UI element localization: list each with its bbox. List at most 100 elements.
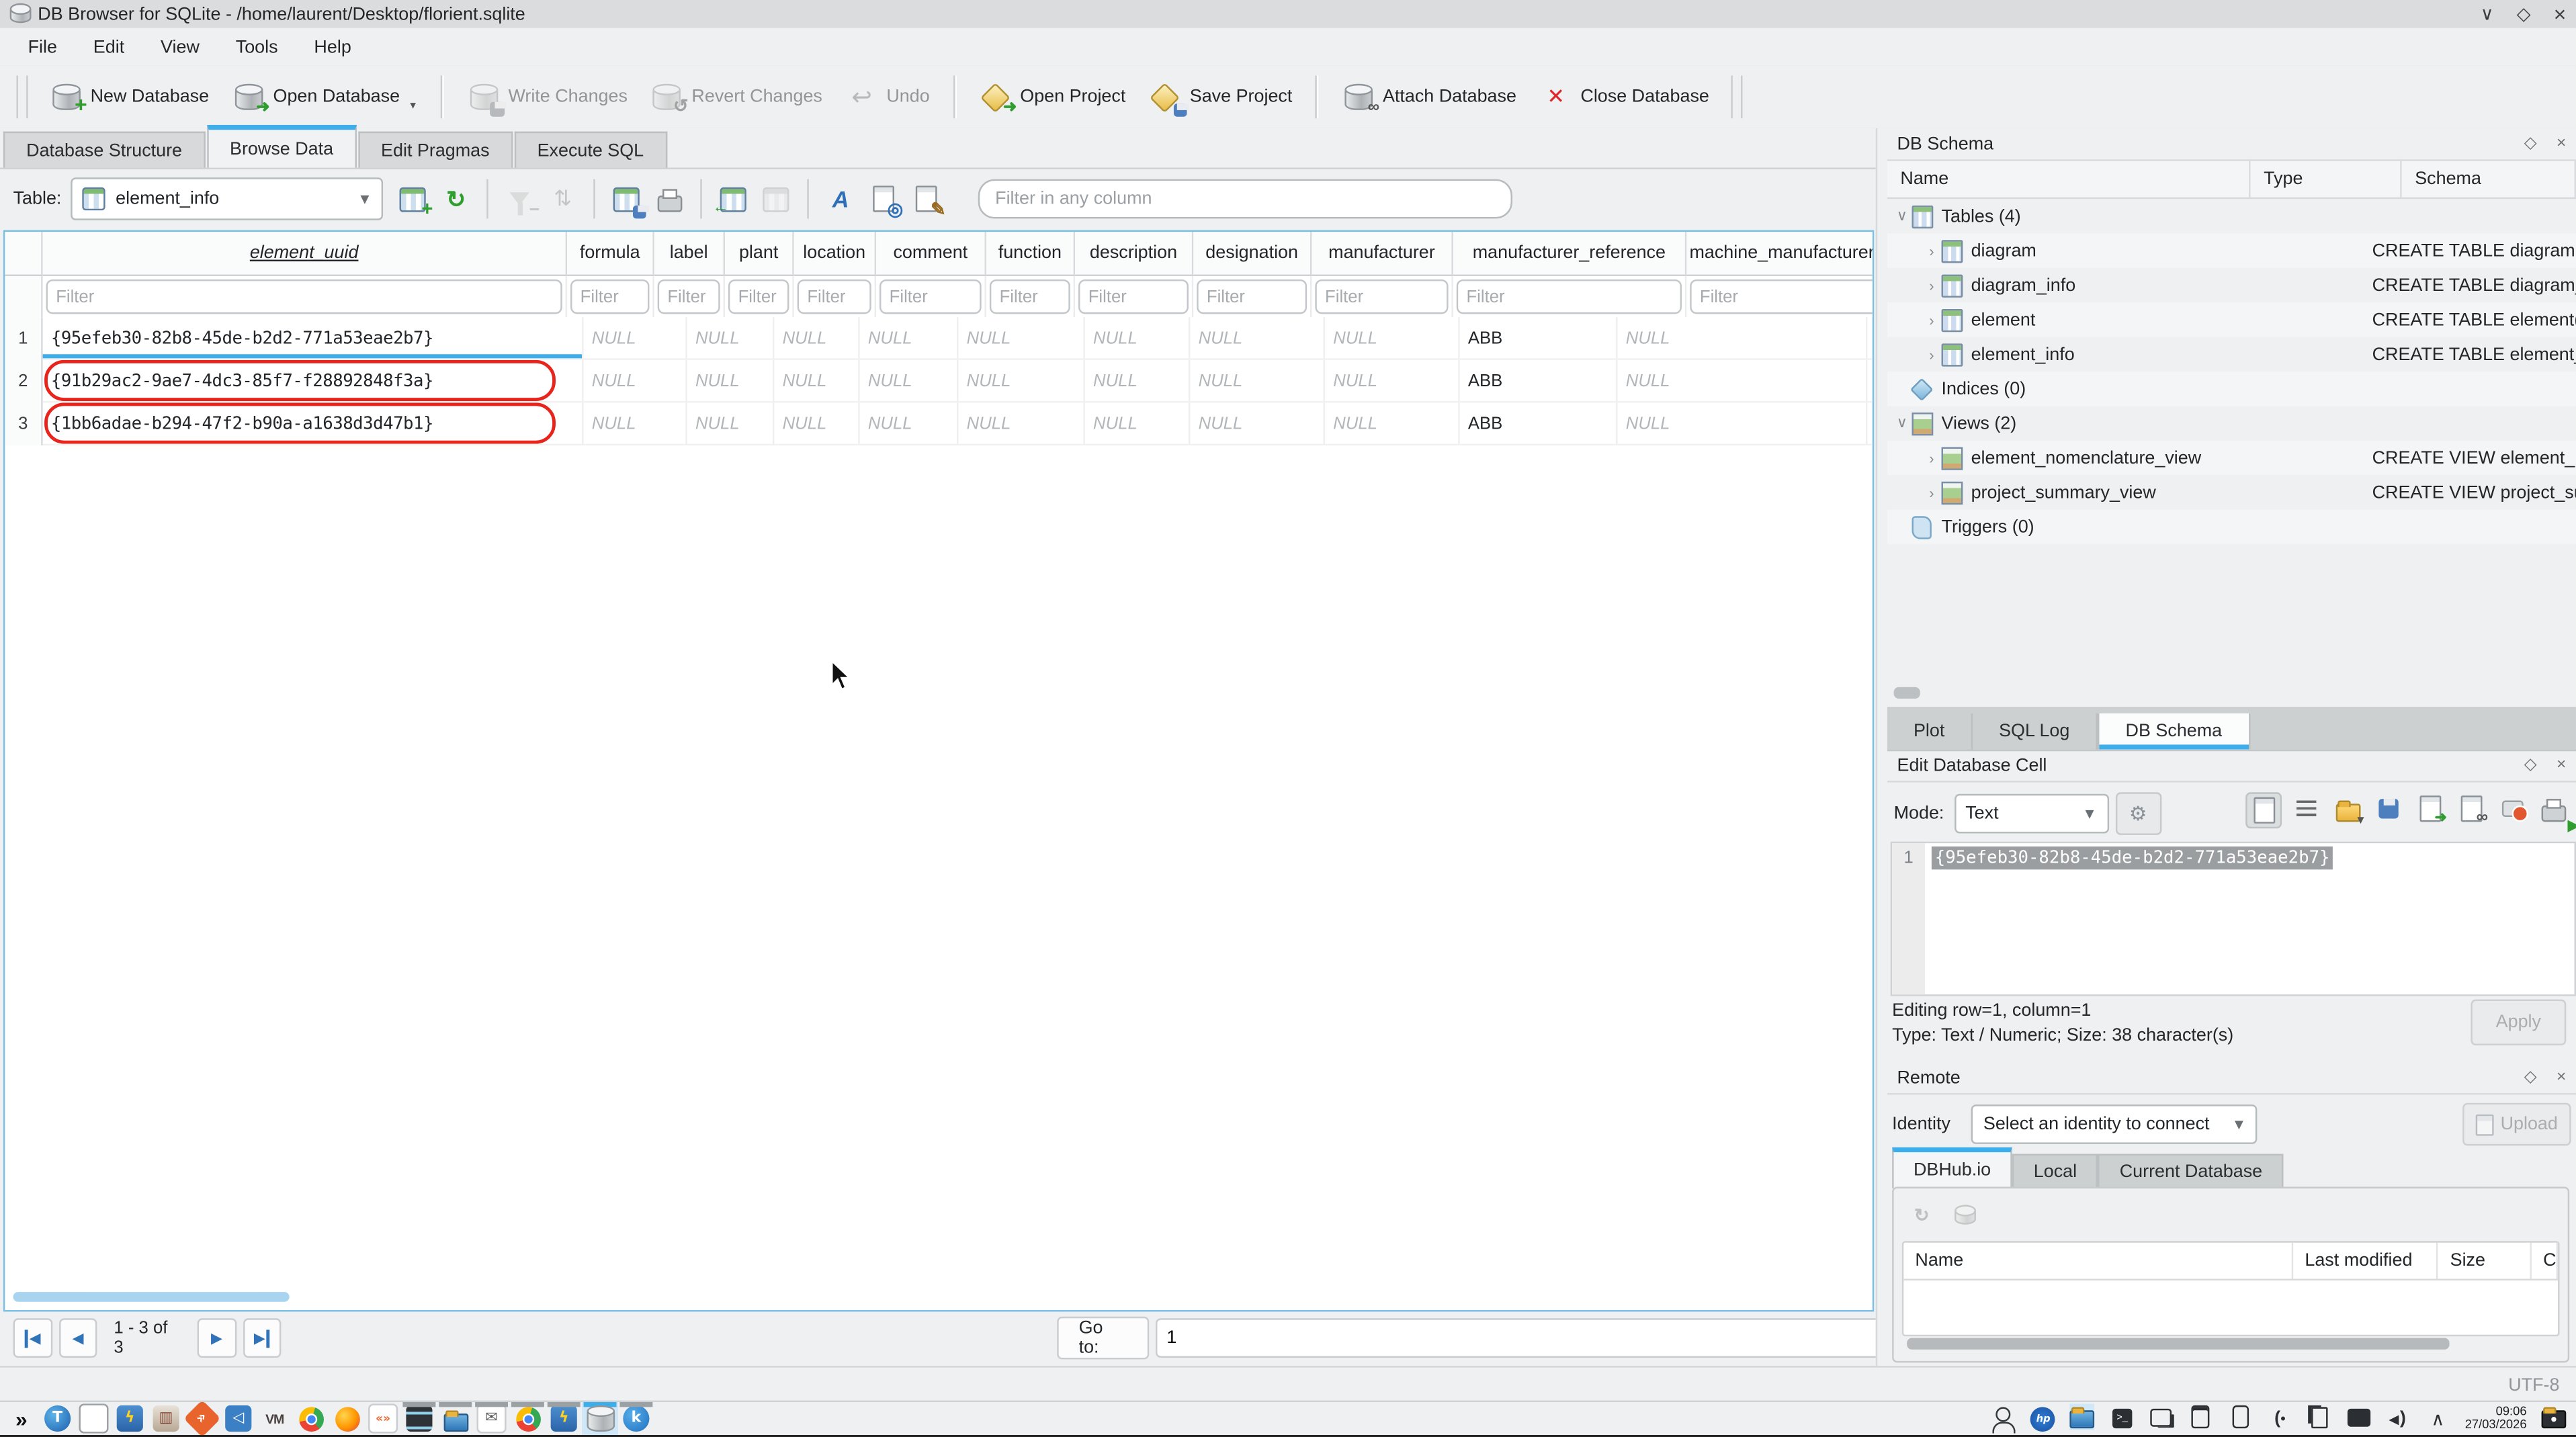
- cell[interactable]: NULL: [1325, 317, 1460, 360]
- column-filter-input-element_uuid[interactable]: [46, 279, 562, 314]
- dock-tab-db-schema[interactable]: DB Schema: [2098, 713, 2250, 750]
- tab-execute-sql[interactable]: Execute SQL: [514, 132, 667, 168]
- cell-editor-text[interactable]: {95efeb30-82b8-45de-b2d2-771a53eae2b7}: [1932, 846, 2333, 869]
- dock-tab-plot[interactable]: Plot: [1887, 713, 1973, 750]
- import-file-button[interactable]: ▼: [2331, 792, 2364, 825]
- schema-tree-item[interactable]: ›element_nomenclature_viewCREATE VIEW el…: [1887, 441, 2576, 475]
- remote-col-commit[interactable]: C: [2532, 1243, 2558, 1279]
- cell[interactable]: NULL: [1867, 360, 1874, 403]
- column-header-label[interactable]: label: [654, 232, 725, 276]
- prev-page-button[interactable]: ◀: [58, 1318, 97, 1358]
- cell[interactable]: ABB: [1460, 402, 1618, 445]
- column-header-machine_manufacturer_[interactable]: machine_manufacturer_: [1686, 232, 1874, 276]
- print-button[interactable]: [650, 179, 689, 219]
- menu-help[interactable]: Help: [299, 32, 366, 62]
- save-file-button[interactable]: [2372, 792, 2405, 825]
- virtual-machine-task[interactable]: VM: [257, 1402, 293, 1435]
- cell[interactable]: NULL: [774, 402, 859, 445]
- cell[interactable]: NULL: [1190, 402, 1325, 445]
- cell[interactable]: NULL: [687, 360, 775, 403]
- toolbar-handle[interactable]: [16, 76, 28, 119]
- cell[interactable]: NULL: [1618, 360, 1868, 403]
- column-header-formula[interactable]: formula: [567, 232, 654, 276]
- export-file-button[interactable]: ➜: [2413, 792, 2446, 825]
- column-filter-input-manufacturer[interactable]: [1315, 279, 1448, 314]
- cell[interactable]: NULL: [1190, 317, 1325, 360]
- cell[interactable]: NULL: [1867, 317, 1874, 360]
- schema-tree-item[interactable]: ›diagramCREATE TABLE diagram (u: [1887, 233, 2576, 267]
- refresh-remote-icon[interactable]: ↻: [1907, 1200, 1936, 1229]
- menu-tools[interactable]: Tools: [221, 32, 293, 62]
- auto-switch-mode-button[interactable]: ⚙▶: [2115, 792, 2161, 835]
- dock-tab-sql-log[interactable]: SQL Log: [1973, 713, 2098, 750]
- last-page-button[interactable]: ▶: [243, 1318, 282, 1358]
- cell[interactable]: NULL: [860, 402, 959, 445]
- cell[interactable]: NULL: [958, 360, 1084, 403]
- dock-float-icon[interactable]: ◇: [2524, 756, 2537, 774]
- cell[interactable]: NULL: [687, 402, 775, 445]
- locked-folder-tray-item[interactable]: [2542, 1403, 2567, 1434]
- column-filter-input-machine_manufacturer_[interactable]: [1690, 279, 1874, 314]
- cell[interactable]: NULL: [774, 317, 859, 360]
- cell[interactable]: NULL: [860, 360, 959, 403]
- new-database-button[interactable]: +New Database: [38, 76, 220, 119]
- column-filter-input-manufacturer_reference[interactable]: [1457, 279, 1682, 314]
- cell[interactable]: NULL: [584, 317, 687, 360]
- link-button[interactable]: ∞: [2454, 792, 2487, 825]
- open-database-button[interactable]: ➜Open Database▼: [220, 76, 429, 119]
- open-project-button[interactable]: ➜Open Project: [968, 76, 1137, 119]
- tab-database-structure[interactable]: Database Structure: [3, 132, 205, 168]
- attach-database-button[interactable]: ∞Attach Database: [1330, 76, 1528, 119]
- cell[interactable]: NULL: [1085, 360, 1191, 403]
- cell[interactable]: NULL: [1325, 402, 1460, 445]
- dock-close-icon[interactable]: ×: [2557, 756, 2566, 774]
- cell[interactable]: ABB: [1460, 360, 1618, 403]
- cell[interactable]: ABB: [1460, 317, 1618, 360]
- tree-chevron-icon[interactable]: ∨: [1894, 207, 1910, 225]
- column-header-designation[interactable]: designation: [1193, 232, 1312, 276]
- minimize-button[interactable]: ∨: [2481, 3, 2494, 25]
- column-header-description[interactable]: description: [1075, 232, 1193, 276]
- office-app-task[interactable]: «»: [365, 1402, 401, 1435]
- word-wrap-button[interactable]: [2290, 792, 2323, 825]
- cell[interactable]: NULL: [958, 317, 1084, 360]
- chrome-window-task[interactable]: [509, 1402, 546, 1435]
- menu-file[interactable]: File: [13, 32, 72, 62]
- cell[interactable]: NULL: [584, 402, 687, 445]
- cell[interactable]: NULL: [1190, 360, 1325, 403]
- column-filter-input-function[interactable]: [990, 279, 1070, 314]
- cell[interactable]: NULL: [1618, 317, 1868, 360]
- identity-select[interactable]: Select an identity to connect ▼: [1972, 1104, 2258, 1144]
- cell[interactable]: NULL: [1867, 402, 1874, 445]
- menu-view[interactable]: View: [146, 32, 214, 62]
- mode-select[interactable]: Text ▼: [1954, 794, 2108, 834]
- grid-hscrollbar-thumb[interactable]: [13, 1292, 290, 1302]
- dock-close-icon[interactable]: ×: [2557, 135, 2566, 153]
- schema-tree-item[interactable]: ∨Tables (4): [1887, 199, 2576, 233]
- window-titlebar[interactable]: DB Browser for SQLite - /home/laurent/De…: [0, 0, 2576, 30]
- column-filter-input-description[interactable]: [1078, 279, 1189, 314]
- announcements-task[interactable]: ◁: [220, 1402, 257, 1435]
- cell-editor[interactable]: 1 {95efeb30-82b8-45de-b2d2-771a53eae2b7}: [1891, 842, 2576, 996]
- next-page-button[interactable]: ▶: [198, 1318, 237, 1358]
- close-database-button[interactable]: ✕Close Database: [1528, 76, 1721, 119]
- cell[interactable]: NULL: [1085, 402, 1191, 445]
- row-number[interactable]: 3: [5, 402, 42, 445]
- cell[interactable]: NULL: [687, 317, 775, 360]
- first-page-button[interactable]: ◀: [13, 1318, 52, 1358]
- schema-tree-item[interactable]: ∨Views (2): [1887, 406, 2576, 440]
- user-tray-item[interactable]: [1991, 1405, 2016, 1432]
- column-header-manufacturer_reference[interactable]: manufacturer_reference: [1453, 232, 1686, 276]
- find-in-table-button[interactable]: ◎: [863, 179, 903, 219]
- column-header-comment[interactable]: comment: [876, 232, 986, 276]
- cell[interactable]: {91b29ac2-9ae7-4dc3-85f7-f28892848f3a}: [43, 360, 584, 403]
- mail-task[interactable]: ✉: [474, 1402, 510, 1435]
- cell[interactable]: NULL: [774, 360, 859, 403]
- schema-tree-item[interactable]: Indices (0): [1887, 372, 2576, 406]
- text-mode-button[interactable]: [2245, 792, 2282, 828]
- schema-tree-item[interactable]: ›diagram_infoCREATE TABLE diagram_in: [1887, 268, 2576, 302]
- maximize-button[interactable]: ◇: [2517, 3, 2531, 25]
- cell[interactable]: NULL: [1325, 360, 1460, 403]
- column-header-plant[interactable]: plant: [725, 232, 794, 276]
- goto-page-input[interactable]: [1155, 1318, 1889, 1358]
